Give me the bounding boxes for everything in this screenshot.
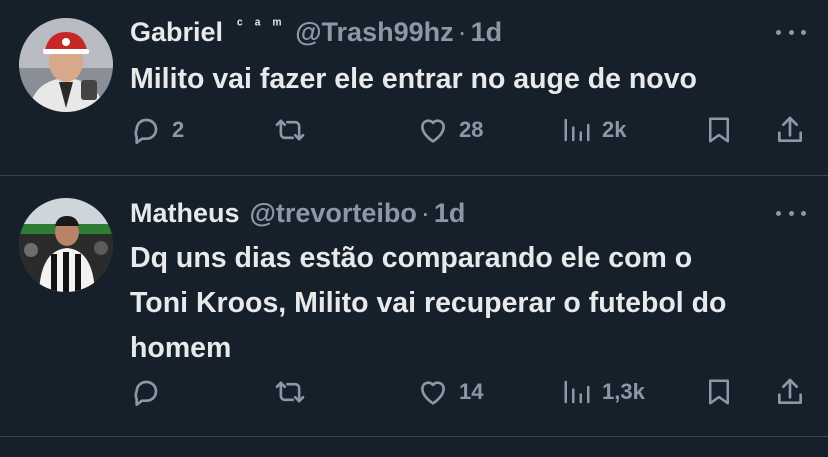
share-icon xyxy=(774,376,806,408)
name-badge: ᶜ ᵃ ᵐ xyxy=(237,15,286,33)
like-icon xyxy=(417,114,449,146)
bookmark-button[interactable] xyxy=(704,376,734,408)
retweet-icon xyxy=(273,376,307,408)
timestamp[interactable]: 1d xyxy=(471,17,503,48)
like-count: 14 xyxy=(459,379,484,404)
views-button[interactable]: 1,3k xyxy=(562,376,645,408)
display-name[interactable]: Gabriel xyxy=(130,17,223,48)
retweet-button[interactable] xyxy=(273,376,317,408)
tweet-text: Dq uns dias estão comparando ele com o T… xyxy=(130,236,726,371)
tweet-header: Matheus @trevorteibo · 1d xyxy=(130,196,465,230)
tweet-text-line: Dq uns dias estão comparando ele com o xyxy=(130,242,693,274)
separator: · xyxy=(420,197,430,228)
like-button[interactable]: 28 xyxy=(417,114,483,146)
reply-button[interactable] xyxy=(130,376,172,408)
bookmark-icon xyxy=(704,114,734,146)
bookmark-icon xyxy=(704,376,734,408)
tweet-text-line: homem xyxy=(130,332,232,364)
share-button[interactable] xyxy=(774,376,806,408)
views-button[interactable]: 2k xyxy=(562,114,626,146)
tweet-actions: 14 1,3k xyxy=(0,372,828,412)
like-count: 28 xyxy=(459,117,484,142)
more-icon[interactable] xyxy=(776,203,806,223)
tweet-text-line: Toni Kroos, Milito vai recuperar o futeb… xyxy=(130,287,727,319)
retweet-icon xyxy=(273,114,307,146)
reply-count: 2 xyxy=(172,117,185,142)
share-button[interactable] xyxy=(774,114,806,146)
views-icon xyxy=(562,376,592,408)
separator: · xyxy=(457,16,467,47)
like-icon xyxy=(417,376,449,408)
views-icon xyxy=(562,114,592,146)
retweet-button[interactable] xyxy=(273,114,317,146)
avatar[interactable] xyxy=(19,198,113,292)
tweet-header: Gabriel ᶜ ᵃ ᵐ @Trash99hz · 1d xyxy=(130,15,502,49)
more-icon[interactable] xyxy=(776,22,806,42)
views-count: 1,3k xyxy=(602,379,645,404)
timestamp[interactable]: 1d xyxy=(434,198,466,229)
reply-icon xyxy=(130,376,162,408)
tweet-actions: 2 28 2k xyxy=(0,110,828,150)
share-icon xyxy=(774,114,806,146)
tweet-text: Milito vai fazer ele entrar no auge de n… xyxy=(130,63,697,95)
bookmark-button[interactable] xyxy=(704,114,734,146)
avatar[interactable] xyxy=(19,18,113,112)
tweet[interactable]: Matheus @trevorteibo · 1d Dq uns dias es… xyxy=(0,176,828,436)
like-button[interactable]: 14 xyxy=(417,376,483,408)
reply-icon xyxy=(130,114,162,146)
views-count: 2k xyxy=(602,117,627,142)
username[interactable]: @trevorteibo xyxy=(250,198,417,229)
display-name[interactable]: Matheus xyxy=(130,198,240,229)
reply-button[interactable]: 2 xyxy=(130,114,184,146)
divider xyxy=(0,436,828,437)
username[interactable]: @Trash99hz xyxy=(295,17,453,48)
tweet[interactable]: Gabriel ᶜ ᵃ ᵐ @Trash99hz · 1d Milito vai… xyxy=(0,0,828,175)
